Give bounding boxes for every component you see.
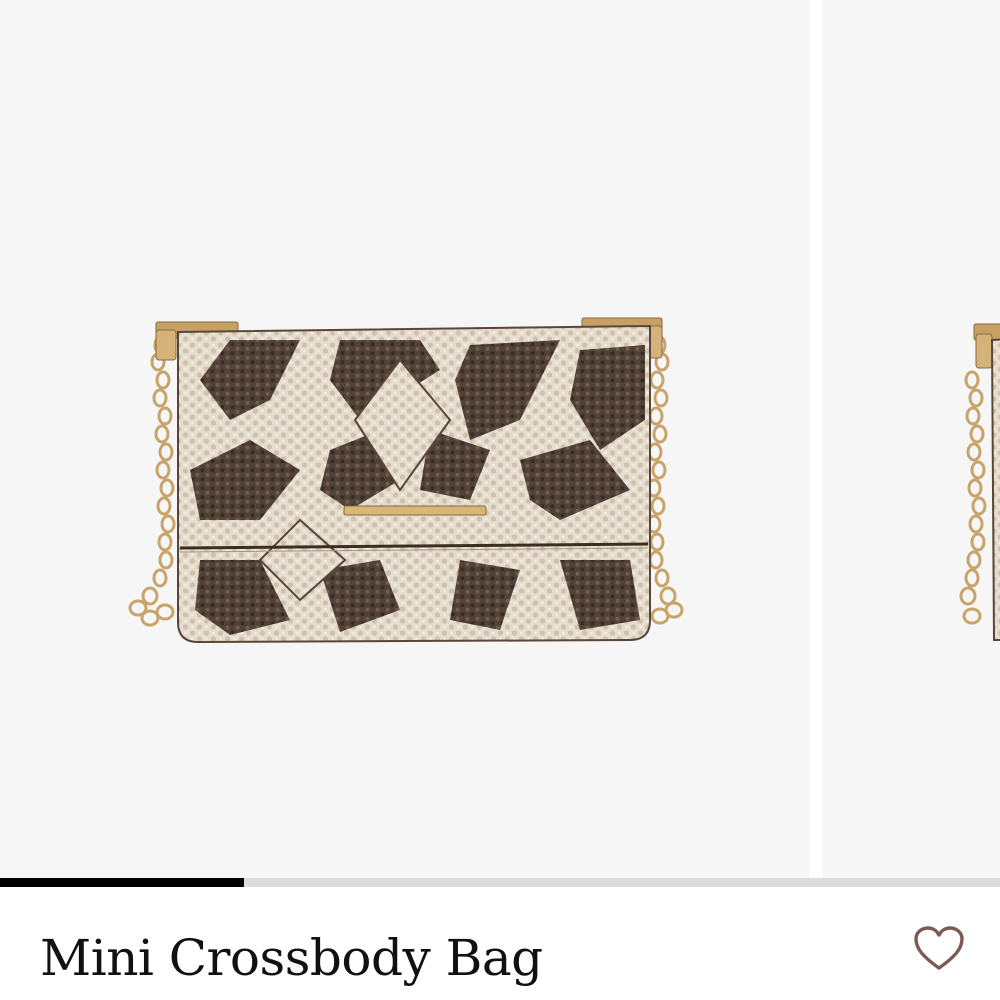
heart-outline-icon: [914, 926, 964, 970]
carousel-progress-fill: [0, 878, 244, 887]
carousel-slide-1[interactable]: [0, 0, 810, 878]
product-image-next: [959, 323, 1000, 641]
product-image-carousel[interactable]: [0, 0, 1000, 878]
carousel-progress-bar: [0, 878, 1000, 887]
carousel-slide-2[interactable]: [822, 0, 1000, 878]
favorite-button[interactable]: [912, 924, 966, 974]
product-title: Mini Crossbody Bag: [40, 929, 543, 987]
product-image: [128, 317, 684, 644]
